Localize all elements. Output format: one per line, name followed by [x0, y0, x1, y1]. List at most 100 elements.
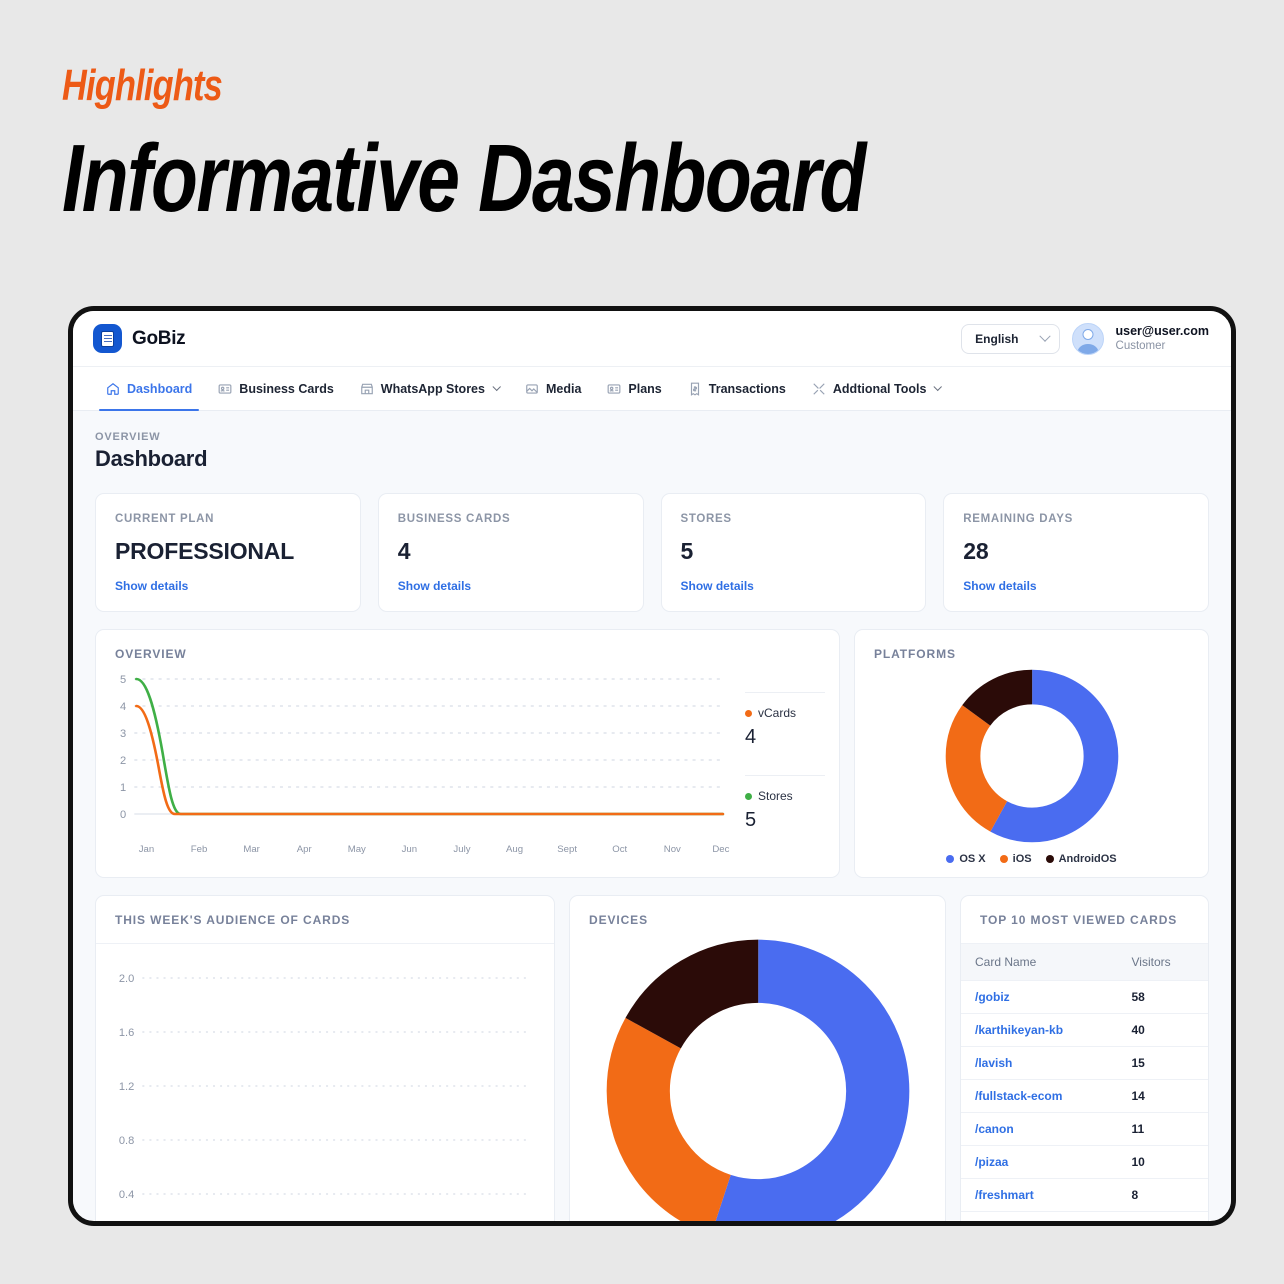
table-body: /gobiz 58 /karthikeyan-kb 40 /lavish 15 [961, 980, 1208, 1212]
mid-row: OVERVIEW 5 4 3 2 1 0 Jan Feb Mar Apr May… [95, 629, 1209, 878]
stat-cards: CURRENT PLAN PROFESSIONAL Show details B… [95, 493, 1209, 612]
cell-visitors: 11 [1117, 1112, 1208, 1146]
stat-card-remaining-days: REMAINING DAYS 28 Show details [943, 493, 1209, 612]
gobiz-logo-icon [93, 324, 122, 353]
platforms-donut-chart [945, 669, 1118, 843]
cell-card-name[interactable]: /fullstack-ecom [961, 1079, 1118, 1113]
legend-item-androidos[interactable]: AndroidOS [1045, 853, 1117, 865]
table-row[interactable]: /lavish 15 [961, 1046, 1208, 1080]
legend-item-ios[interactable]: iOS [999, 853, 1032, 865]
show-details-link[interactable]: Show details [681, 579, 907, 593]
nav-item-transactions[interactable]: Transactions [675, 367, 799, 410]
svg-text:Dec: Dec [712, 844, 729, 855]
platforms-legend: OS X iOS AndroidOS [946, 853, 1117, 865]
table-row[interactable]: /freshmart 8 [961, 1178, 1208, 1212]
chevron-down-icon [492, 382, 501, 391]
stat-card-stores: STORES 5 Show details [660, 493, 927, 612]
column-visitors[interactable]: Visitors [1117, 943, 1208, 981]
svg-text:Apr: Apr [297, 844, 313, 855]
svg-text:Jun: Jun [402, 844, 417, 855]
show-details-link[interactable]: Show details [398, 579, 624, 593]
cell-card-name[interactable]: /karthikeyan-kb [961, 1013, 1118, 1047]
legend-value: 4 [745, 726, 757, 748]
cell-card-name[interactable]: /canon [961, 1112, 1118, 1146]
nav-item-addtional-tools[interactable]: Addtional Tools [799, 367, 954, 410]
nav-item-dashboard[interactable]: Dashboard [93, 367, 205, 411]
image-icon [526, 383, 538, 394]
svg-text:Nov: Nov [664, 844, 681, 855]
svg-text:5: 5 [120, 674, 126, 686]
column-card-name[interactable]: Card Name [961, 943, 1118, 981]
table-row[interactable]: /pizaa 10 [961, 1145, 1208, 1179]
svg-text:2.0: 2.0 [119, 973, 134, 985]
platforms-body: OS X iOS AndroidOS [855, 661, 1208, 877]
bottom-row: THIS WEEK'S AUDIENCE OF CARDS 2.0 1.6 1.… [95, 895, 1209, 1221]
user-meta[interactable]: user@user.com Customer [1116, 324, 1209, 354]
devices-card-title: DEVICES [589, 913, 648, 927]
legend-label: AndroidOS [1058, 853, 1117, 865]
svg-text:Jan: Jan [139, 844, 154, 855]
page-body: OVERVIEW Dashboard CURRENT PLAN PROFESSI… [73, 411, 1231, 1221]
svg-text:3: 3 [120, 728, 126, 740]
nav-label: WhatsApp Stores [380, 381, 485, 396]
svg-text:1: 1 [120, 782, 126, 794]
table-header-row: Card Name Visitors [961, 943, 1208, 981]
svg-text:Mar: Mar [243, 844, 260, 855]
table-row[interactable]: /fullstack-ecom 14 [961, 1079, 1208, 1113]
stat-label: CURRENT PLAN [115, 513, 215, 525]
nav-item-plans[interactable]: Plans [594, 367, 674, 410]
cell-card-name[interactable]: /freshmart [961, 1178, 1118, 1212]
nav-item-media[interactable]: Media [512, 367, 594, 410]
cell-visitors: 40 [1117, 1013, 1208, 1047]
svg-text:Feb: Feb [191, 844, 208, 855]
legend-vcards: vCards 4 [745, 692, 825, 749]
legend-dot-icon [745, 709, 752, 717]
cell-visitors: 15 [1117, 1046, 1208, 1080]
home-icon [107, 382, 119, 395]
table-row[interactable]: /gobiz 58 [961, 980, 1208, 1014]
language-value: English [975, 331, 1019, 346]
legend-item-osx[interactable]: OS X [946, 853, 986, 865]
legend-value: 5 [745, 809, 757, 831]
nav-label: Plans [628, 381, 662, 396]
promo-title: Informative Dashboard [62, 125, 866, 233]
audience-card-title: THIS WEEK'S AUDIENCE OF CARDS [96, 896, 554, 944]
legend-name: vCards [758, 706, 797, 720]
svg-text:Aug: Aug [506, 844, 523, 855]
stat-value: 4 [397, 538, 411, 564]
nav-label: Transactions [708, 381, 786, 396]
id-card-icon [218, 383, 232, 394]
language-select[interactable]: English [961, 323, 1060, 354]
cell-card-name[interactable]: /gobiz [961, 980, 1118, 1014]
stat-value: PROFESSIONAL [115, 538, 295, 564]
legend-label: iOS [1012, 853, 1032, 865]
brand-name: GoBiz [132, 327, 186, 349]
brand[interactable]: GoBiz [93, 324, 186, 353]
header-right: English user@user.com Customer [961, 322, 1209, 355]
cell-card-name[interactable]: /lavish [961, 1046, 1118, 1080]
cell-card-name[interactable]: /pizaa [961, 1145, 1118, 1179]
svg-text:Oct: Oct [612, 844, 627, 855]
cell-visitors: 10 [1117, 1145, 1208, 1179]
show-details-link[interactable]: Show details [963, 579, 1189, 593]
overview-card-title: OVERVIEW [115, 647, 187, 661]
overview-body: 5 4 3 2 1 0 Jan Feb Mar Apr May Jun July… [96, 661, 839, 867]
overview-legend: vCards 4 Stores 5 [733, 667, 825, 857]
nav-item-business-cards[interactable]: Business Cards [205, 367, 346, 410]
receipt-icon [690, 382, 699, 396]
table-row[interactable]: /karthikeyan-kb 40 [961, 1013, 1208, 1047]
audience-card: THIS WEEK'S AUDIENCE OF CARDS 2.0 1.6 1.… [95, 895, 555, 1221]
devices-body [570, 927, 945, 1221]
avatar[interactable] [1071, 322, 1104, 355]
svg-text:May: May [348, 844, 366, 855]
table-row[interactable]: /canon 11 [961, 1112, 1208, 1146]
legend-dot-icon [745, 792, 752, 800]
top-cards-card: TOP 10 MOST VIEWED CARDS Card Name Visit… [960, 895, 1209, 1221]
legend-dot-icon [999, 855, 1008, 863]
nav-item-whatsapp-stores[interactable]: WhatsApp Stores [347, 367, 512, 410]
chevron-down-icon [1038, 330, 1051, 342]
promo-heading: Highlights Informative Dashboard [0, 0, 1284, 235]
legend-name: Stores [758, 789, 793, 803]
stat-label: STORES [680, 513, 732, 525]
show-details-link[interactable]: Show details [115, 579, 341, 593]
